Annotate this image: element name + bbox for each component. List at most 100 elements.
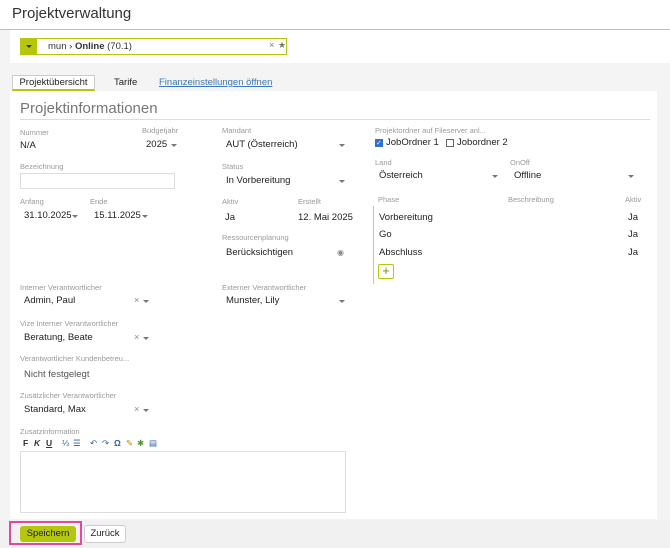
- onoff-select[interactable]: Offline: [510, 168, 636, 184]
- ende-date-select[interactable]: 15.11.2025: [90, 208, 151, 224]
- joborder2-checkbox[interactable]: [446, 139, 454, 147]
- vize-value: Beratung, Beate: [24, 332, 93, 343]
- breadcrumb-separator: ›: [69, 41, 73, 52]
- land-value: Österreich: [379, 170, 423, 181]
- project-prefix: mun: [48, 41, 67, 52]
- mandant-label: Mandant: [222, 126, 252, 135]
- add-phase-button[interactable]: +: [378, 264, 394, 279]
- interner-label: Interner Verantwortlicher: [20, 283, 102, 292]
- tab-projektuebersicht[interactable]: Projektübersicht: [12, 75, 95, 91]
- onoff-label: OnOff: [510, 158, 530, 167]
- joborder1-checkbox[interactable]: [375, 139, 383, 147]
- kundenbetreuer-value: Nicht festgelegt: [24, 369, 90, 380]
- brush-icon[interactable]: ✎: [126, 438, 133, 449]
- land-select[interactable]: Österreich: [375, 168, 500, 184]
- divider: [20, 119, 650, 120]
- save-button[interactable]: Speichern: [20, 526, 76, 542]
- ressourcenplanung-label: Ressourcenplanung: [222, 233, 289, 242]
- paste-icon[interactable]: ▤: [149, 438, 157, 449]
- beschreibung-header: Beschreibung: [508, 195, 554, 204]
- undo-icon[interactable]: ↶: [90, 438, 97, 449]
- clear-icon[interactable]: ×: [134, 332, 139, 342]
- chevron-down-icon: [143, 337, 149, 340]
- externer-label: Externer Verantwortlicher: [222, 283, 307, 292]
- project-name: Online: [74, 41, 105, 52]
- kundenbetreuer-label: Verantwortlicher Kundenbetreu...: [20, 354, 130, 363]
- project-selector-text: mun › Online (70.1): [48, 41, 132, 52]
- budgetjahr-select[interactable]: 2025: [142, 137, 179, 153]
- vize-label: Vize Interner Verantwortlicher: [20, 319, 119, 328]
- anfang-value: 31.10.2025: [24, 210, 72, 221]
- phase-header: Phase: [378, 195, 400, 204]
- back-button[interactable]: Zurück: [84, 525, 126, 543]
- aktiv-label: Aktiv: [222, 197, 239, 206]
- zusaetzlicher-value: Standard, Max: [24, 404, 86, 415]
- italic-icon[interactable]: K: [34, 438, 40, 448]
- phase-row-name[interactable]: Go: [379, 229, 392, 240]
- erstellt-label: Erstellt: [298, 197, 321, 206]
- budgetjahr-label: Budgetjahr: [142, 126, 179, 135]
- aktiv-value: Ja: [225, 212, 236, 223]
- zusatzinformation-editor[interactable]: [20, 451, 346, 513]
- bold-icon[interactable]: F: [23, 438, 28, 448]
- zusatzinformation-label: Zusatzinformation: [20, 427, 80, 436]
- ressourcenplanung-value: Berücksichtigen: [226, 247, 294, 258]
- phase-row-name[interactable]: Vorbereitung: [379, 212, 433, 223]
- eye-icon[interactable]: ◉: [337, 248, 344, 257]
- phase-list-accent: [373, 206, 374, 284]
- chevron-down-icon: [143, 300, 149, 303]
- interner-value: Admin, Paul: [24, 295, 76, 306]
- onoff-value: Offline: [514, 170, 542, 181]
- anfang-date-select[interactable]: 31.10.2025: [20, 208, 80, 224]
- bullet-list-icon[interactable]: ☰: [73, 438, 81, 449]
- externer-select[interactable]: Munster, Lily: [222, 293, 347, 309]
- ordered-list-icon[interactable]: ⅓: [62, 438, 69, 448]
- chevron-down-icon[interactable]: [21, 39, 37, 54]
- link-finanzeinstellungen[interactable]: Finanzeinstellungen öffnen: [159, 75, 272, 91]
- anfang-label: Anfang: [20, 197, 44, 206]
- chevron-down-icon: [339, 300, 345, 303]
- nummer-label: Nummer: [20, 128, 49, 137]
- project-code: (70.1): [107, 41, 132, 52]
- chevron-down-icon: [492, 175, 498, 178]
- chevron-down-icon: [143, 409, 149, 412]
- clear-icon[interactable]: ×: [134, 404, 139, 414]
- special-char-icon[interactable]: Ω: [114, 438, 121, 448]
- ende-value: 15.11.2025: [94, 210, 141, 221]
- chevron-down-icon: [339, 144, 345, 147]
- redo-icon[interactable]: ↷: [102, 438, 109, 449]
- vize-select[interactable]: Beratung, Beate ×: [20, 330, 151, 346]
- project-selector[interactable]: mun › Online (70.1) × ★: [20, 38, 287, 55]
- chevron-down-icon: [142, 215, 148, 218]
- bezeichnung-input[interactable]: [20, 173, 175, 189]
- clear-icon[interactable]: ×: [134, 295, 139, 305]
- erstellt-value: 12. Mai 2025: [298, 212, 353, 223]
- zusaetzlicher-select[interactable]: Standard, Max ×: [20, 402, 151, 418]
- puzzle-icon[interactable]: ✱: [137, 438, 144, 449]
- zusaetzlicher-label: Zusätzlicher Verantwortlicher: [20, 391, 117, 400]
- chevron-down-icon: [171, 144, 177, 147]
- tab-tarife[interactable]: Tarife: [114, 75, 137, 91]
- phase-row-aktiv: Ja: [628, 247, 639, 258]
- mandant-select[interactable]: AUT (Österreich): [222, 137, 347, 153]
- ende-label: Ende: [90, 197, 108, 206]
- bezeichnung-label: Bezeichnung: [20, 162, 64, 171]
- page-title: Projektverwaltung: [12, 5, 132, 22]
- panel-title: Projektinformationen: [20, 100, 158, 117]
- underline-icon[interactable]: U: [46, 438, 52, 448]
- phase-row-name[interactable]: Abschluss: [379, 247, 422, 258]
- clear-icon[interactable]: ×: [269, 40, 274, 50]
- joborder1-label: JobOrdner 1: [386, 137, 439, 148]
- status-select[interactable]: In Vorbereitung: [222, 173, 347, 189]
- chevron-down-icon: [628, 175, 634, 178]
- status-value: In Vorbereitung: [226, 175, 291, 186]
- favorite-star-icon[interactable]: ★: [278, 40, 286, 51]
- mandant-value: AUT (Österreich): [226, 139, 298, 150]
- status-label: Status: [222, 162, 244, 171]
- phase-row-aktiv: Ja: [628, 229, 639, 240]
- chevron-down-icon: [339, 180, 345, 183]
- joborder2-label: Jobordner 2: [457, 137, 508, 148]
- land-label: Land: [375, 158, 392, 167]
- ressourcenplanung-select[interactable]: Berücksichtigen ◉: [222, 245, 347, 261]
- interner-select[interactable]: Admin, Paul ×: [20, 293, 151, 309]
